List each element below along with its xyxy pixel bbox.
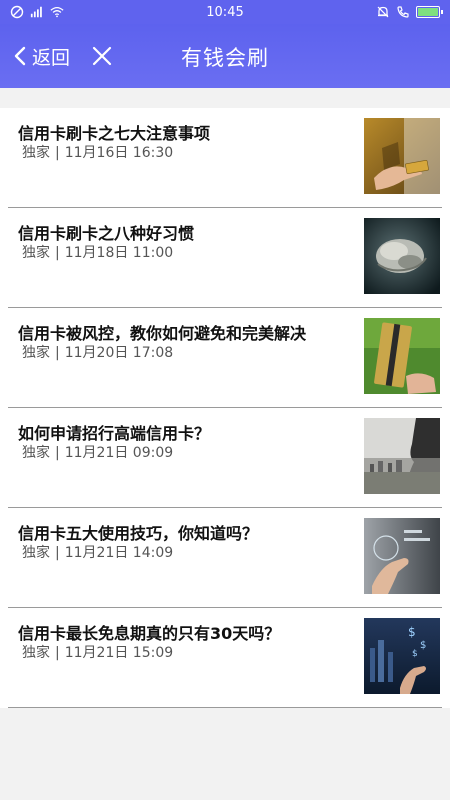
meta-separator: |	[55, 545, 60, 561]
article-meta: 独家 | 11月21日 15:09	[22, 642, 173, 662]
article-title: 如何申请招行高端信用卡？	[18, 424, 211, 443]
article-title: 信用卡被风控，教你如何避免和完美解决	[18, 324, 307, 343]
article-date: 11月21日 15:09	[64, 645, 174, 661]
finger-touch-photo	[364, 518, 440, 594]
header-spacer	[0, 88, 450, 108]
article-title: 信用卡五大使用技巧，你知道吗？	[18, 524, 259, 543]
article-source: 独家	[22, 145, 50, 161]
meta-separator: |	[55, 145, 60, 161]
article-date: 11月16日 16:30	[64, 145, 174, 161]
article-date: 11月21日 09:09	[64, 445, 174, 461]
list-item[interactable]: 如何申请招行高端信用卡？ 独家 | 11月21日 09:09	[8, 408, 442, 508]
article-meta: 独家 | 11月20日 17:08	[22, 342, 173, 362]
list-item[interactable]: 信用卡最长免息期真的只有30天吗？ 独家 | 11月21日 15:09 $ $ $	[8, 608, 442, 708]
article-source: 独家	[22, 545, 50, 561]
wifi-icon	[50, 7, 64, 18]
status-left-icons	[10, 5, 64, 19]
meta-separator: |	[55, 245, 60, 261]
meta-separator: |	[55, 445, 60, 461]
meta-separator: |	[55, 345, 60, 361]
article-source: 独家	[22, 445, 50, 461]
article-title: 信用卡最长免息期真的只有30天吗？	[18, 624, 281, 643]
article-date: 11月21日 14:09	[64, 545, 174, 561]
card-in-hand-photo	[364, 318, 440, 394]
dollar-hand-photo: $ $ $	[364, 618, 440, 694]
status-right-icons	[376, 5, 443, 19]
article-source: 独家	[22, 345, 50, 361]
battery-icon	[416, 6, 443, 18]
list-item[interactable]: 信用卡被风控，教你如何避免和完美解决 独家 | 11月20日 17:08	[8, 308, 442, 408]
call-icon	[397, 6, 409, 18]
article-title: 信用卡刷卡之七大注意事项	[18, 124, 211, 143]
sim-signal-icon	[30, 6, 42, 18]
svg-text:$: $	[408, 625, 416, 639]
bell-off-icon	[377, 6, 389, 18]
article-meta: 独家 | 11月21日 09:09	[22, 442, 173, 462]
blocked-icon	[10, 5, 24, 19]
page-background	[0, 710, 450, 800]
list-item[interactable]: 信用卡刷卡之八种好习惯 独家 | 11月18日 11:00	[8, 208, 442, 308]
cloud-rock-photo	[364, 218, 440, 294]
card-swipe-photo	[364, 118, 440, 194]
list-item[interactable]: 信用卡刷卡之七大注意事项 独家 | 11月16日 16:30	[8, 108, 442, 208]
page-title: 有钱会刷	[181, 46, 269, 70]
article-meta: 独家 | 11月18日 11:00	[22, 242, 173, 262]
svg-text:$: $	[412, 649, 418, 659]
city-profile-photo	[364, 418, 440, 494]
article-date: 11月18日 11:00	[64, 245, 174, 261]
article-list: 信用卡刷卡之七大注意事项 独家 | 11月16日 16:30 信用卡刷卡之八种好习惯…	[0, 108, 450, 708]
list-item[interactable]: 信用卡五大使用技巧，你知道吗？ 独家 | 11月21日 14:09	[8, 508, 442, 608]
article-source: 独家	[22, 245, 50, 261]
app-header: 返回 有钱会刷	[0, 24, 450, 88]
svg-text:$: $	[420, 640, 426, 651]
article-date: 11月20日 17:08	[64, 345, 174, 361]
status-bar: 10:45	[0, 0, 450, 24]
article-source: 独家	[22, 645, 50, 661]
article-meta: 独家 | 11月21日 14:09	[22, 542, 173, 562]
article-title: 信用卡刷卡之八种好习惯	[18, 224, 195, 243]
article-meta: 独家 | 11月16日 16:30	[22, 142, 173, 162]
meta-separator: |	[55, 645, 60, 661]
